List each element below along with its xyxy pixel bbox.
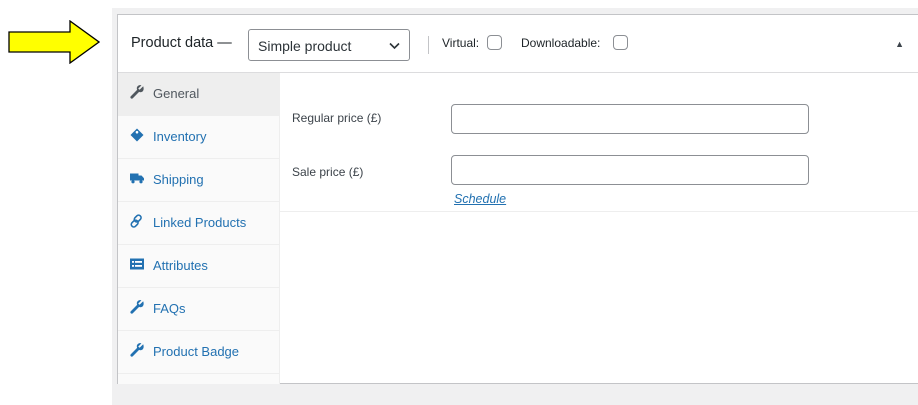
collapse-toggle-icon[interactable]: ▲ <box>895 39 904 49</box>
regular-price-label: Regular price (£) <box>292 111 382 125</box>
tab-label: Linked Products <box>153 215 247 230</box>
virtual-checkbox[interactable] <box>487 35 502 50</box>
tab-label: Product Badge <box>153 344 240 359</box>
virtual-label: Virtual: <box>442 36 480 50</box>
schedule-link[interactable]: Schedule <box>454 192 506 206</box>
tab-shipping[interactable]: Shipping <box>118 159 279 202</box>
tab-linked-products[interactable]: Linked Products <box>118 202 279 245</box>
wrench-icon <box>130 85 144 99</box>
product-type-selected-value: Simple product <box>258 38 352 54</box>
regular-price-input[interactable] <box>451 104 809 134</box>
header-divider <box>428 36 429 54</box>
sale-price-input[interactable] <box>451 155 809 185</box>
list-view-icon <box>130 258 144 270</box>
tab-label: General <box>153 86 200 101</box>
downloadable-label: Downloadable: <box>521 36 601 50</box>
product-data-tabs: General Inventory Shipping Linked Produc… <box>118 73 280 384</box>
sale-price-label: Sale price (£) <box>292 165 364 179</box>
downloadable-checkbox[interactable] <box>613 35 628 50</box>
tab-label: Shipping <box>153 172 204 187</box>
truck-icon <box>130 173 144 184</box>
general-panel: Regular price (£) Sale price (£) Schedul… <box>280 73 918 212</box>
wrench-icon <box>130 343 144 357</box>
product-type-select[interactable]: Simple product <box>248 29 410 61</box>
tab-label: FAQs <box>153 301 186 316</box>
tab-label: Inventory <box>153 129 207 144</box>
metabox-header: Product data — Simple product Virtual: D… <box>118 15 918 73</box>
wrench-icon <box>130 300 144 314</box>
product-data-metabox: Product data — Simple product Virtual: D… <box>117 14 918 384</box>
chevron-down-icon <box>389 42 400 50</box>
tab-inventory[interactable]: Inventory <box>118 116 279 159</box>
tab-product-badge[interactable]: Product Badge <box>118 331 279 374</box>
link-icon <box>130 214 142 228</box>
tab-faqs[interactable]: FAQs <box>118 288 279 331</box>
tab-attributes[interactable]: Attributes <box>118 245 279 288</box>
metabox-title: Product data — <box>131 35 232 51</box>
yellow-arrow-annotation <box>8 20 100 64</box>
screenshot-stage: Product data — Simple product Virtual: D… <box>0 0 918 405</box>
tag-icon <box>130 128 144 142</box>
tab-general[interactable]: General <box>118 73 279 116</box>
tab-label: Attributes <box>153 258 208 273</box>
